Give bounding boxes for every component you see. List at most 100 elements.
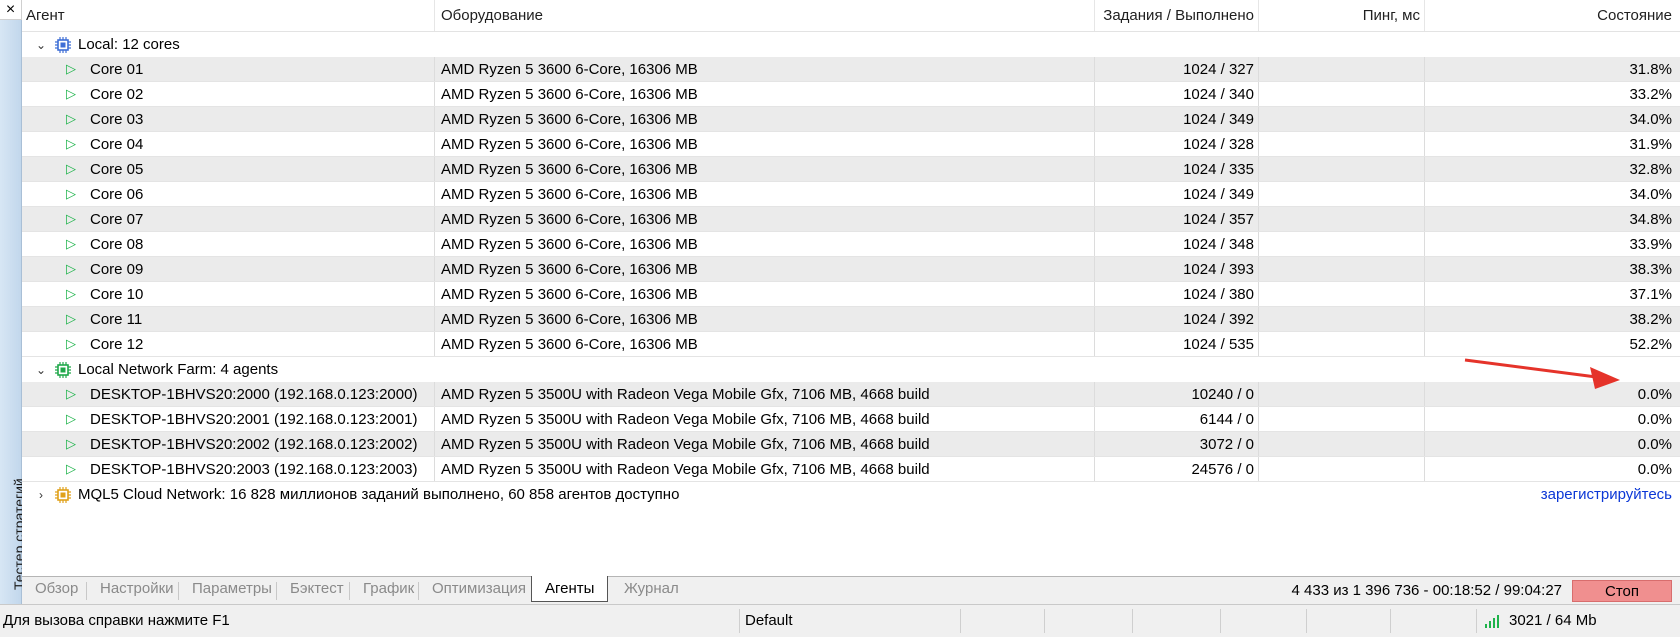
agent-state: 52.2% [1424,332,1680,356]
agent-jobs: 1024 / 349 [1094,107,1258,131]
close-button[interactable]: × [0,0,22,20]
play-icon: ▷ [66,411,76,426]
status-help: Для вызова справки нажмите F1 [3,612,230,629]
agent-ping [1258,182,1424,206]
agent-name: Core 03 [90,110,144,128]
agent-name-cell: ▷ Core 09 [22,257,434,281]
group-row-local[interactable]: ⌄ Local: 12 cores [22,32,1680,57]
agent-row[interactable]: ▷ Core 11 AMD Ryzen 5 3600 6-Core, 16306 M… [22,307,1680,332]
agent-row[interactable]: ▷ DESKTOP-1BHVS20:2002 (192.168.0.123:200… [22,432,1680,457]
agent-hardware: AMD Ryzen 5 3600 6-Core, 16306 MB [434,57,1094,81]
agent-ping [1258,282,1424,306]
agent-name: Core 12 [90,335,144,353]
agent-state: 38.2% [1424,307,1680,331]
tab-1[interactable]: Настройки [87,577,187,604]
agent-row[interactable]: ▷ Core 04 AMD Ryzen 5 3600 6-Core, 16306 M… [22,132,1680,157]
strategy-tester-side-panel[interactable]: Тестер стратегий [0,20,27,604]
agent-ping [1258,407,1424,431]
group-label: Local Network Farm: 4 agents [78,361,279,378]
agent-jobs: 1024 / 393 [1094,257,1258,281]
cpu-chip-icon [54,361,72,379]
status-divider [1306,609,1307,633]
play-icon: ▷ [66,61,76,76]
column-header-jobs[interactable]: Задания / Выполнено [1094,0,1258,31]
agent-state: 31.9% [1424,132,1680,156]
tab-7[interactable]: Журнал [611,577,692,604]
column-header-ping[interactable]: Пинг, мс [1258,0,1424,31]
agent-row[interactable]: ▷ Core 05 AMD Ryzen 5 3600 6-Core, 16306 M… [22,157,1680,182]
agent-state: 0.0% [1424,407,1680,431]
agent-row[interactable]: ▷ Core 01 AMD Ryzen 5 3600 6-Core, 16306 M… [22,57,1680,82]
agent-name: Core 10 [90,285,144,303]
agent-jobs: 1024 / 328 [1094,132,1258,156]
tab-2[interactable]: Параметры [179,577,285,604]
tab-3[interactable]: Бэктест [277,577,357,604]
status-bar: Для вызова справки нажмите F1 Default 30… [0,604,1680,636]
agent-ping [1258,207,1424,231]
group-row-farm[interactable]: ⌄ Local Network Farm: 4 agents [22,357,1680,382]
chevron-down-icon[interactable]: ⌄ [32,38,50,52]
play-icon: ▷ [66,261,76,276]
group-cell: ⌄ Local Network Farm: 4 agents [22,357,1422,382]
column-header-hardware[interactable]: Оборудование [434,0,1094,31]
tab-5[interactable]: Оптимизация [419,577,539,604]
agent-row[interactable]: ▷ Core 10 AMD Ryzen 5 3600 6-Core, 16306 M… [22,282,1680,307]
agent-ping [1258,232,1424,256]
tab-4[interactable]: График [350,577,427,604]
play-icon: ▷ [66,111,76,126]
agent-jobs: 24576 / 0 [1094,457,1258,481]
agent-name-cell: ▷ Core 06 [22,182,434,206]
agent-ping [1258,432,1424,456]
status-connection[interactable]: 3021 / 64 Mb [1482,605,1597,637]
agent-jobs: 6144 / 0 [1094,407,1258,431]
tab-6[interactable]: Агенты [531,576,609,602]
agent-name-cell: ▷ Core 10 [22,282,434,306]
group-label: Local: 12 cores [78,36,180,53]
agent-row[interactable]: ▷ Core 09 AMD Ryzen 5 3600 6-Core, 16306 M… [22,257,1680,282]
agent-name-cell: ▷ Core 08 [22,232,434,256]
agent-row[interactable]: ▷ Core 07 AMD Ryzen 5 3600 6-Core, 16306 M… [22,207,1680,232]
chevron-down-icon[interactable]: ⌄ [32,363,50,377]
agent-state: 33.2% [1424,82,1680,106]
agent-hardware: AMD Ryzen 5 3500U with Radeon Vega Mobil… [434,432,1094,456]
agent-state: 34.8% [1424,207,1680,231]
agent-name: Core 11 [90,310,143,328]
register-link[interactable]: зарегистрируйтесь [1541,486,1672,503]
agent-hardware: AMD Ryzen 5 3600 6-Core, 16306 MB [434,182,1094,206]
group-cell: ⌄ Local: 12 cores [22,32,1422,57]
agents-panel: Агент Оборудование Задания / Выполнено П… [22,0,1680,576]
agent-row[interactable]: ▷ DESKTOP-1BHVS20:2001 (192.168.0.123:200… [22,407,1680,432]
play-icon: ▷ [66,311,76,326]
connection-traffic: 3021 / 64 Mb [1509,612,1597,629]
group-cell: › MQL5 Cloud Network: 16 828 миллионов за… [22,482,1422,507]
status-profile[interactable]: Default [742,605,793,637]
agent-row[interactable]: ▷ DESKTOP-1BHVS20:2003 (192.168.0.123:200… [22,457,1680,482]
agent-row[interactable]: ▷ Core 03 AMD Ryzen 5 3600 6-Core, 16306 M… [22,107,1680,132]
link-cell: зарегистрируйтесь [1422,482,1680,507]
agent-ping [1258,57,1424,81]
agent-ping [1258,132,1424,156]
column-header-agent[interactable]: Агент [22,0,434,31]
agent-row[interactable]: ▷ Core 08 AMD Ryzen 5 3600 6-Core, 16306 M… [22,232,1680,257]
agent-row[interactable]: ▷ Core 06 AMD Ryzen 5 3600 6-Core, 16306 M… [22,182,1680,207]
progress-text: 4 433 из 1 396 736 - 00:18:52 / 99:04:27 [1291,582,1562,599]
agent-name: Core 04 [90,135,144,153]
agent-row[interactable]: ▷ Core 12 AMD Ryzen 5 3600 6-Core, 16306 M… [22,332,1680,357]
cpu-chip-icon [54,486,72,504]
agent-ping [1258,157,1424,181]
column-header-state[interactable]: Состояние [1424,0,1680,31]
group-row-cloud[interactable]: › MQL5 Cloud Network: 16 828 миллионов за… [22,482,1680,507]
agent-state: 31.8% [1424,57,1680,81]
agent-hardware: AMD Ryzen 5 3500U with Radeon Vega Mobil… [434,407,1094,431]
play-icon: ▷ [66,186,76,201]
chevron-right-icon[interactable]: › [32,488,50,502]
cpu-chip-icon [54,36,72,54]
agent-row[interactable]: ▷ Core 02 AMD Ryzen 5 3600 6-Core, 16306 M… [22,82,1680,107]
status-divider [1476,609,1477,633]
tab-0[interactable]: Обзор [22,577,91,604]
agent-name-cell: ▷ Core 04 [22,132,434,156]
agent-jobs: 1024 / 392 [1094,307,1258,331]
agent-ping [1258,82,1424,106]
agent-row[interactable]: ▷ DESKTOP-1BHVS20:2000 (192.168.0.123:200… [22,382,1680,407]
stop-button[interactable]: Стоп [1572,580,1672,602]
